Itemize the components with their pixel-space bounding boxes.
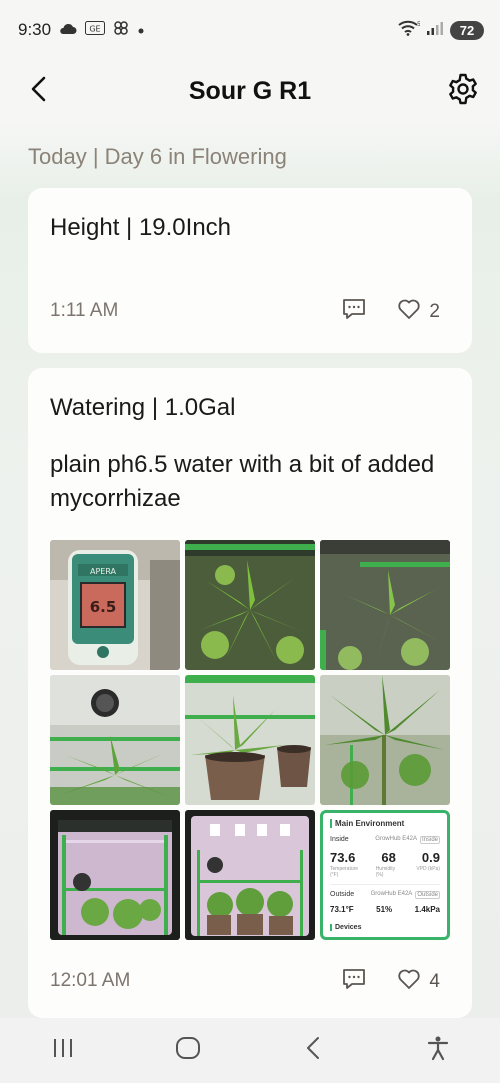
like-count: 4: [429, 970, 440, 992]
comment-button[interactable]: [341, 966, 367, 997]
entry-time: 12:01 AM: [50, 970, 131, 991]
grow-tent-photo-1[interactable]: [50, 810, 180, 940]
day-heading: Today | Day 6 in Flowering: [28, 144, 287, 169]
entry-time: 1:11 AM: [50, 300, 119, 321]
comment-button[interactable]: [341, 296, 367, 327]
dot-icon: [137, 20, 145, 40]
page-title: Sour G R1: [188, 76, 312, 105]
settings-button[interactable]: [444, 72, 482, 110]
entry-actions: 2: [341, 296, 440, 327]
plant-canopy-photo-1[interactable]: [185, 540, 315, 670]
heart-icon: [397, 968, 421, 996]
env-outside-row: Outside GrowHub E42A Outside: [330, 891, 440, 899]
env-inside-tag: Inside: [419, 836, 440, 844]
env-inside-units: Temperature (°F) Humidity (%) VPD (kPa): [330, 866, 440, 878]
env-divider: [330, 884, 440, 885]
status-bar: 9:30 GE 5 72: [0, 0, 500, 60]
like-button[interactable]: 4: [397, 968, 440, 996]
env-temperature-label: Temperature (°F): [330, 866, 359, 878]
grow-tent-photo-2[interactable]: [185, 810, 315, 940]
plant-closeup-photo[interactable]: [320, 675, 450, 805]
env-inside-device: GrowHub E42A: [375, 836, 417, 842]
environment-screenshot[interactable]: Main Environment Inside GrowHub E42A Ins…: [320, 810, 450, 940]
clock: 9:30: [18, 20, 52, 39]
like-button[interactable]: 2: [397, 298, 440, 326]
recents-icon: [51, 1037, 75, 1064]
accessibility-button[interactable]: [413, 1031, 463, 1071]
wifi-icon: 5: [398, 20, 421, 41]
signal-icon: [426, 20, 444, 41]
entry-card-watering[interactable]: Watering | 1.0Gal plain ph6.5 water with…: [28, 368, 472, 1018]
photo-grid: APERA 6.5 Main Environment Inside GrowHu…: [50, 540, 450, 940]
plant-canopy-photo-2[interactable]: [320, 540, 450, 670]
like-count: 2: [429, 300, 440, 322]
system-back-button[interactable]: [288, 1031, 338, 1071]
status-right: 5 72: [398, 20, 484, 41]
svg-text:APERA: APERA: [90, 567, 117, 576]
pinwheel-icon: [113, 20, 129, 41]
env-outside-temp: 73.1°F: [330, 905, 354, 914]
cloud-icon: [59, 20, 77, 40]
env-humidity: 68: [381, 850, 396, 865]
home-icon: [175, 1036, 201, 1065]
potted-plants-photo[interactable]: [185, 675, 315, 805]
chevron-left-icon: [29, 76, 49, 107]
env-humidity-label: Humidity (%): [375, 866, 396, 878]
env-vpd: 0.9: [421, 850, 440, 865]
gear-icon: [446, 72, 480, 111]
env-outside-values: 73.1°F 51% 1.4kPa: [330, 905, 440, 914]
env-vpd-label: VPD (kPa): [416, 866, 440, 872]
env-title: Main Environment: [330, 819, 440, 828]
env-inside-label: Inside: [330, 836, 349, 843]
svg-text:GE: GE: [89, 25, 100, 34]
ph-meter-photo[interactable]: APERA 6.5: [50, 540, 180, 670]
env-inside-values: 73.6 68 0.9: [330, 850, 440, 865]
env-outside-vpd: 1.4kPa: [414, 905, 440, 914]
ge-badge-icon: GE: [85, 20, 106, 40]
accessibility-icon: [426, 1035, 450, 1066]
env-temperature: 73.6: [330, 850, 356, 865]
heart-icon: [397, 298, 421, 326]
tent-plant-photo[interactable]: [50, 675, 180, 805]
back-arrow-icon: [304, 1036, 322, 1065]
battery-indicator: 72: [450, 20, 484, 40]
status-left: 9:30 GE: [18, 20, 145, 41]
env-outside-device: GrowHub E42A: [370, 891, 413, 897]
env-devices-label: Devices: [330, 924, 440, 931]
app-header: Sour G R1: [0, 60, 500, 122]
meter-reading: 6.5: [90, 598, 117, 616]
entry-actions: 4: [341, 966, 440, 997]
back-button[interactable]: [22, 74, 56, 108]
system-nav-bar: [0, 1018, 500, 1083]
env-outside-tag: Outside: [415, 891, 440, 899]
home-button[interactable]: [163, 1031, 213, 1071]
env-outside-humidity: 51%: [376, 905, 393, 914]
entry-title: Height | 19.0Inch: [50, 214, 232, 241]
svg-text:5: 5: [417, 21, 420, 28]
entry-card-height[interactable]: Height | 19.0Inch 1:11 AM 2: [28, 188, 472, 353]
entry-title: Watering | 1.0Gal: [50, 394, 236, 421]
recents-button[interactable]: [38, 1031, 88, 1071]
env-inside-row: Inside GrowHub E42A Inside: [330, 836, 440, 844]
env-outside-label: Outside: [330, 891, 355, 898]
entry-note: plain ph6.5 water with a bit of added my…: [50, 451, 435, 512]
